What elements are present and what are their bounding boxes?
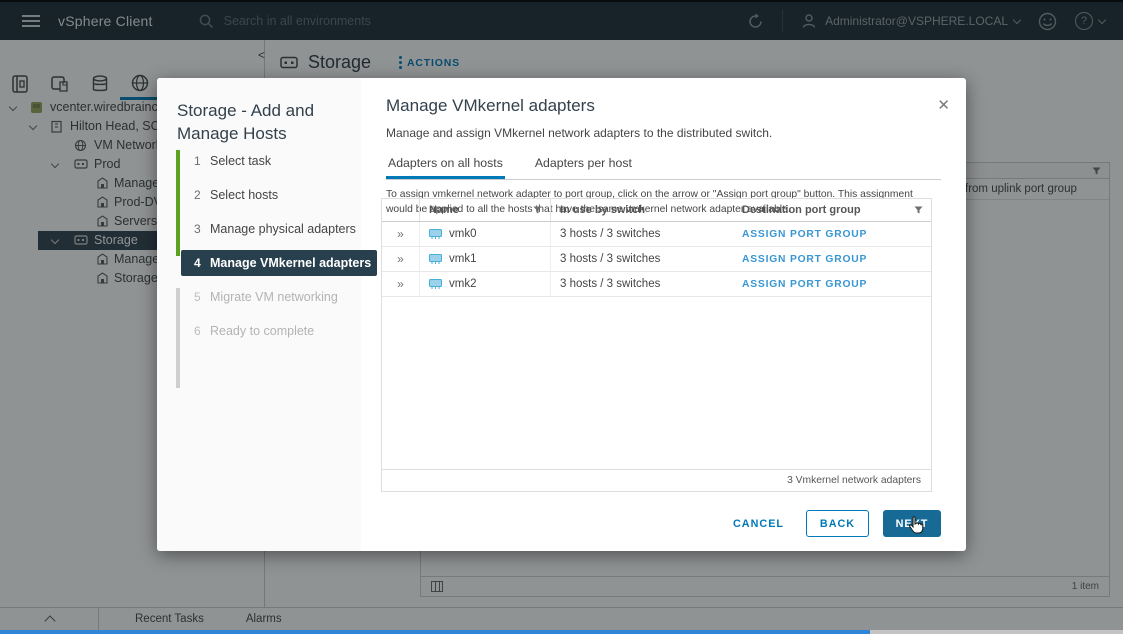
completed-rail [176, 150, 180, 256]
wizard-content-panel: ✕ Manage VMkernel adapters Manage and as… [361, 78, 966, 551]
loading-progress-bar [0, 630, 1123, 634]
adapter-name: vmk1 [449, 253, 477, 265]
back-button[interactable]: BACK [806, 510, 869, 537]
pane-subheading: Manage and assign VMkernel network adapt… [386, 126, 773, 140]
table-row-vmk0[interactable]: » vmk0 3 hosts / 3 switches ASSIGN PORT … [382, 222, 931, 247]
vmkernel-adapters-table: Name In use by switch Destination port g… [381, 198, 932, 492]
wizard-step-4-current[interactable]: 4 Manage VMkernel adapters [181, 250, 377, 276]
expand-row-icon[interactable]: » [382, 277, 419, 291]
vmkernel-adapter-icon [429, 229, 442, 239]
wizard-steps-panel: Storage - Add and Manage Hosts 1 Select … [157, 78, 377, 551]
in-use-by-switch-value: 3 hosts / 3 switches [550, 222, 733, 246]
wizard-title: Storage - Add and Manage Hosts [177, 101, 315, 143]
adapter-name: vmk0 [449, 228, 477, 240]
assign-port-group-link[interactable]: ASSIGN PORT GROUP [742, 279, 867, 290]
table-footer: 3 Vmkernel network adapters [382, 469, 931, 491]
assign-port-group-link[interactable]: ASSIGN PORT GROUP [742, 254, 867, 265]
filter-icon[interactable] [914, 206, 923, 214]
add-and-manage-hosts-wizard: Storage - Add and Manage Hosts 1 Select … [157, 78, 966, 551]
in-use-by-switch-value: 3 hosts / 3 switches [550, 247, 733, 271]
column-name: Name [429, 204, 459, 216]
adapter-tabs: Adapters on all hosts Adapters per host [386, 152, 941, 180]
table-header-row: Name In use by switch Destination port g… [382, 199, 931, 222]
step-progress-rail [176, 150, 180, 388]
tab-adapters-on-all-hosts[interactable]: Adapters on all hosts [386, 152, 505, 179]
expand-row-icon[interactable]: » [382, 227, 419, 241]
pending-rail [176, 288, 180, 388]
wizard-step-6: 6 Ready to complete [194, 324, 315, 338]
wizard-step-2[interactable]: 2 Select hosts [181, 182, 377, 208]
adapter-name: vmk2 [449, 278, 477, 290]
pane-heading: Manage VMkernel adapters [386, 96, 595, 115]
close-icon[interactable]: ✕ [937, 96, 950, 114]
in-use-by-switch-value: 3 hosts / 3 switches [550, 272, 733, 296]
column-in-use-by-switch: In use by switch [560, 204, 645, 216]
next-button[interactable]: NEXT [883, 510, 941, 537]
wizard-step-5: 5 Migrate VM networking [194, 290, 338, 304]
filter-icon[interactable] [533, 206, 542, 214]
wizard-step-3[interactable]: 3 Manage physical adapters [181, 216, 377, 242]
expand-row-icon[interactable]: » [382, 252, 419, 266]
table-row-vmk2[interactable]: » vmk2 3 hosts / 3 switches ASSIGN PORT … [382, 272, 931, 297]
vmkernel-adapter-icon [429, 254, 442, 264]
table-row-vmk1[interactable]: » vmk1 3 hosts / 3 switches ASSIGN PORT … [382, 247, 931, 272]
column-destination-port-group: Destination port group [742, 204, 861, 216]
tab-adapters-per-host[interactable]: Adapters per host [533, 152, 634, 179]
wizard-step-1[interactable]: 1 Select task [181, 148, 377, 174]
adapter-count: 3 Vmkernel network adapters [787, 475, 921, 486]
cancel-button[interactable]: CANCEL [725, 510, 792, 537]
assign-port-group-link[interactable]: ASSIGN PORT GROUP [742, 229, 867, 240]
vmkernel-adapter-icon [429, 279, 442, 289]
progress-fill [0, 630, 870, 634]
